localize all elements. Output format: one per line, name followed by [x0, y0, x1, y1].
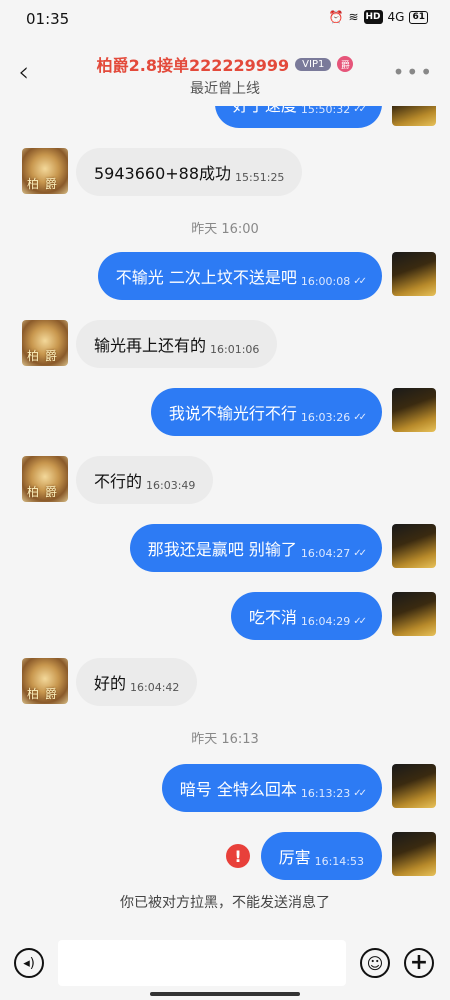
contact-name[interactable]: 柏爵2.8接单222229999 [97, 52, 290, 76]
message-text: 吃不消 [248, 608, 297, 627]
send-failed-icon[interactable]: ! [226, 844, 250, 868]
my-avatar[interactable] [392, 832, 436, 876]
message-text: 我说不输光行不行 [168, 404, 297, 423]
title-row: 柏爵2.8接单222229999 VIP1 爵 [0, 52, 450, 76]
message-bubble-out[interactable]: 暗号 全特么回本 16:13:23 ✓✓ [161, 764, 382, 812]
my-avatar[interactable] [392, 252, 436, 296]
status-icons: ⏰ ≋ HD 4G 61 [328, 10, 428, 24]
message-bubble-in[interactable]: 输光再上还有的 16:01:06 [76, 320, 278, 368]
message-text: 厉害 [278, 848, 311, 867]
message-bubble-out[interactable]: 我说不输光行不行 16:03:26 ✓✓ [150, 388, 382, 436]
my-avatar[interactable] [392, 764, 436, 808]
message-time: 16:04:27 [300, 546, 351, 560]
message-time: 16:03:26 [300, 410, 351, 424]
battery-icon: 61 [409, 10, 428, 24]
message-bubble-out[interactable]: 不输光 二次上坟不送是吧 16:00:08 ✓✓ [97, 252, 382, 300]
title-badge: 爵 [337, 56, 354, 72]
plus-icon[interactable]: + [404, 948, 434, 978]
vip-badge: VIP1 [295, 57, 332, 71]
time-divider: 昨天 16:13 [191, 732, 259, 747]
message-time: 15:50:32 [300, 106, 351, 116]
read-ticks-icon: ✓✓ [353, 275, 367, 287]
read-ticks-icon: ✓✓ [353, 106, 367, 115]
message-text: 好的 [94, 674, 127, 693]
time-divider: 昨天 16:00 [191, 222, 259, 237]
status-time: 01:35 [26, 10, 70, 28]
my-avatar[interactable] [392, 592, 436, 636]
message-bubble-out[interactable]: 好了速度 15:50:32 ✓✓ [214, 106, 382, 128]
message-text: 不输光 二次上坟不送是吧 [115, 268, 297, 287]
avatar-logo: 柏爵 [26, 349, 63, 363]
voice-icon[interactable]: ◂) [14, 948, 44, 978]
home-indicator[interactable] [150, 992, 300, 996]
message-text: 输光再上还有的 [94, 336, 207, 355]
chat-area[interactable]: 好了速度 15:50:32 ✓✓ 柏爵 5943660+88成功 15:51:2… [0, 106, 450, 930]
read-ticks-icon: ✓✓ [353, 787, 367, 799]
message-time: 16:03:49 [146, 478, 196, 492]
online-status: 最近曾上线 [190, 81, 260, 97]
message-text: 暗号 全特么回本 [179, 780, 297, 799]
emoji-icon[interactable]: ☺ [360, 948, 390, 978]
message-input[interactable] [58, 940, 346, 986]
my-avatar[interactable] [392, 524, 436, 568]
more-icon[interactable]: ••• [393, 60, 434, 84]
contact-avatar[interactable]: 柏爵 [22, 456, 68, 502]
message-text: 不行的 [94, 472, 143, 491]
message-bubble-in[interactable]: 不行的 16:03:49 [76, 456, 214, 504]
message-bubble-out[interactable]: 厉害 16:14:53 [260, 832, 382, 880]
my-avatar[interactable] [392, 106, 436, 126]
message-time: 16:13:23 [300, 786, 351, 800]
avatar-logo: 柏爵 [26, 177, 63, 191]
hd-icon: HD [363, 10, 383, 24]
contact-avatar[interactable]: 柏爵 [22, 148, 68, 194]
read-ticks-icon: ✓✓ [353, 547, 367, 559]
message-time: 15:51:25 [235, 170, 285, 184]
blocked-notice: 你已被对方拉黑，不能发送消息了 [120, 895, 330, 911]
signal-icon: 4G [387, 10, 405, 24]
message-time: 16:04:42 [130, 680, 180, 694]
avatar-logo: 柏爵 [26, 687, 63, 701]
chat-header: ‹ 柏爵2.8接单222229999 VIP1 爵 最近曾上线 ••• [0, 38, 450, 106]
message-time: 16:01:06 [210, 342, 260, 356]
avatar-logo: 柏爵 [26, 485, 63, 499]
status-bar: 01:35 ⏰ ≋ HD 4G 61 [0, 0, 450, 38]
alarm-icon: ⏰ [328, 10, 344, 24]
contact-avatar[interactable]: 柏爵 [22, 658, 68, 704]
message-time: 16:00:08 [300, 274, 351, 288]
contact-avatar[interactable]: 柏爵 [22, 320, 68, 366]
message-text: 好了速度 [233, 106, 297, 116]
input-bar: ◂) ☺ + [0, 930, 450, 1000]
message-time: 16:04:29 [300, 614, 351, 628]
message-bubble-out[interactable]: 吃不消 16:04:29 ✓✓ [230, 592, 382, 640]
read-ticks-icon: ✓✓ [353, 615, 367, 627]
my-avatar[interactable] [392, 388, 436, 432]
message-text: 那我还是赢吧 别输了 [147, 540, 297, 559]
message-bubble-in[interactable]: 好的 16:04:42 [76, 658, 198, 706]
message-text: 5943660+88成功 [94, 164, 232, 183]
wifi-icon: ≋ [348, 10, 359, 24]
message-time: 16:14:53 [314, 854, 364, 868]
message-bubble-out[interactable]: 那我还是赢吧 别输了 16:04:27 ✓✓ [129, 524, 382, 572]
read-ticks-icon: ✓✓ [353, 411, 367, 423]
message-bubble-in[interactable]: 5943660+88成功 15:51:25 [76, 148, 303, 196]
